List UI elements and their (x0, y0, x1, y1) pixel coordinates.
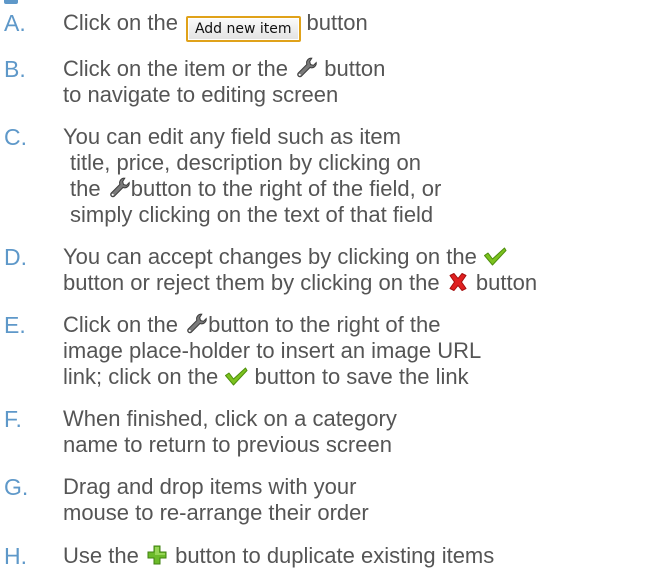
text-fragment: link; click on the (63, 364, 219, 389)
text-fragment: simply clicking on the text of that fiel… (70, 202, 434, 227)
text-fragment: title, price, description by clicking on (70, 150, 421, 175)
list-item-b: B. Click on the item or the button to na… (0, 56, 646, 108)
list-letter: E. (4, 312, 26, 338)
list-text: You can edit any field such as item titl… (63, 124, 643, 228)
list-text: Drag and drop items with your mouse to r… (63, 474, 643, 526)
list-item-d: D. You can accept changes by clicking on… (0, 244, 646, 296)
text-fragment: mouse to re-arrange their order (63, 500, 369, 525)
checkmark-icon (483, 245, 507, 267)
wrench-icon (107, 177, 131, 199)
text-fragment: You can accept changes by clicking on th… (63, 244, 477, 269)
list-text: Click on the button to the right of the … (63, 312, 643, 390)
green-plus-icon (145, 544, 169, 566)
list-letter: F. (4, 406, 22, 432)
text-fragment: image place-holder to insert an image UR… (63, 338, 482, 363)
list-letter: B. (4, 56, 26, 82)
top-edge-fragment (4, 0, 18, 4)
text-fragment: Drag and drop items with your (63, 474, 357, 499)
list-text: Click on the Add new item button (63, 10, 643, 42)
list-item-e: E. Click on the button to the right of t… (0, 312, 646, 390)
text-fragment: button or reject them by clicking on the (63, 270, 440, 295)
add-new-item-button[interactable]: Add new item (185, 16, 301, 42)
checkmark-icon (224, 365, 248, 387)
list-text: Use the button to duplicate existing ite… (63, 543, 643, 569)
list-item-c: C. You can edit any field such as item t… (0, 124, 646, 228)
list-item-f: F. When finished, click on a category na… (0, 406, 646, 458)
text-fragment: When finished, click on a category (63, 406, 397, 431)
text-fragment: Use the (63, 543, 139, 568)
list-item-g: G. Drag and drop items with your mouse t… (0, 474, 646, 526)
text-fragment: Click on the (63, 312, 178, 337)
text-fragment: Click on the (63, 10, 178, 35)
text-fragment: You can edit any field such as item (63, 124, 401, 149)
text-fragment: button to the right of the (208, 312, 441, 337)
text-fragment: button (324, 56, 386, 81)
text-fragment: the (70, 176, 101, 201)
list-letter: C. (4, 124, 27, 150)
list-letter: G. (4, 474, 29, 500)
wrench-icon (184, 313, 208, 335)
list-item-a: A. Click on the Add new item button (0, 10, 646, 42)
text-fragment: button (475, 270, 538, 295)
list-letter: A. (4, 10, 26, 36)
wrench-icon (294, 57, 318, 79)
list-text: You can accept changes by clicking on th… (63, 244, 643, 296)
text-fragment: to navigate to editing screen (63, 82, 339, 107)
list-item-h: H. Use the button to duplicate existing … (0, 543, 646, 571)
text-fragment: name to return to previous screen (63, 432, 392, 457)
text-fragment: Click on the item or the (63, 56, 288, 81)
list-letter: D. (4, 244, 27, 270)
list-letter: H. (4, 543, 27, 569)
list-text: Click on the item or the button to navig… (63, 56, 643, 108)
text-fragment: button (306, 10, 368, 35)
text-fragment: button to the right of the field, or (130, 176, 442, 201)
list-text: When finished, click on a category name … (63, 406, 643, 458)
red-x-icon (446, 271, 470, 293)
text-fragment: button to save the link (254, 364, 469, 389)
text-fragment: button to duplicate existing items (175, 543, 495, 568)
